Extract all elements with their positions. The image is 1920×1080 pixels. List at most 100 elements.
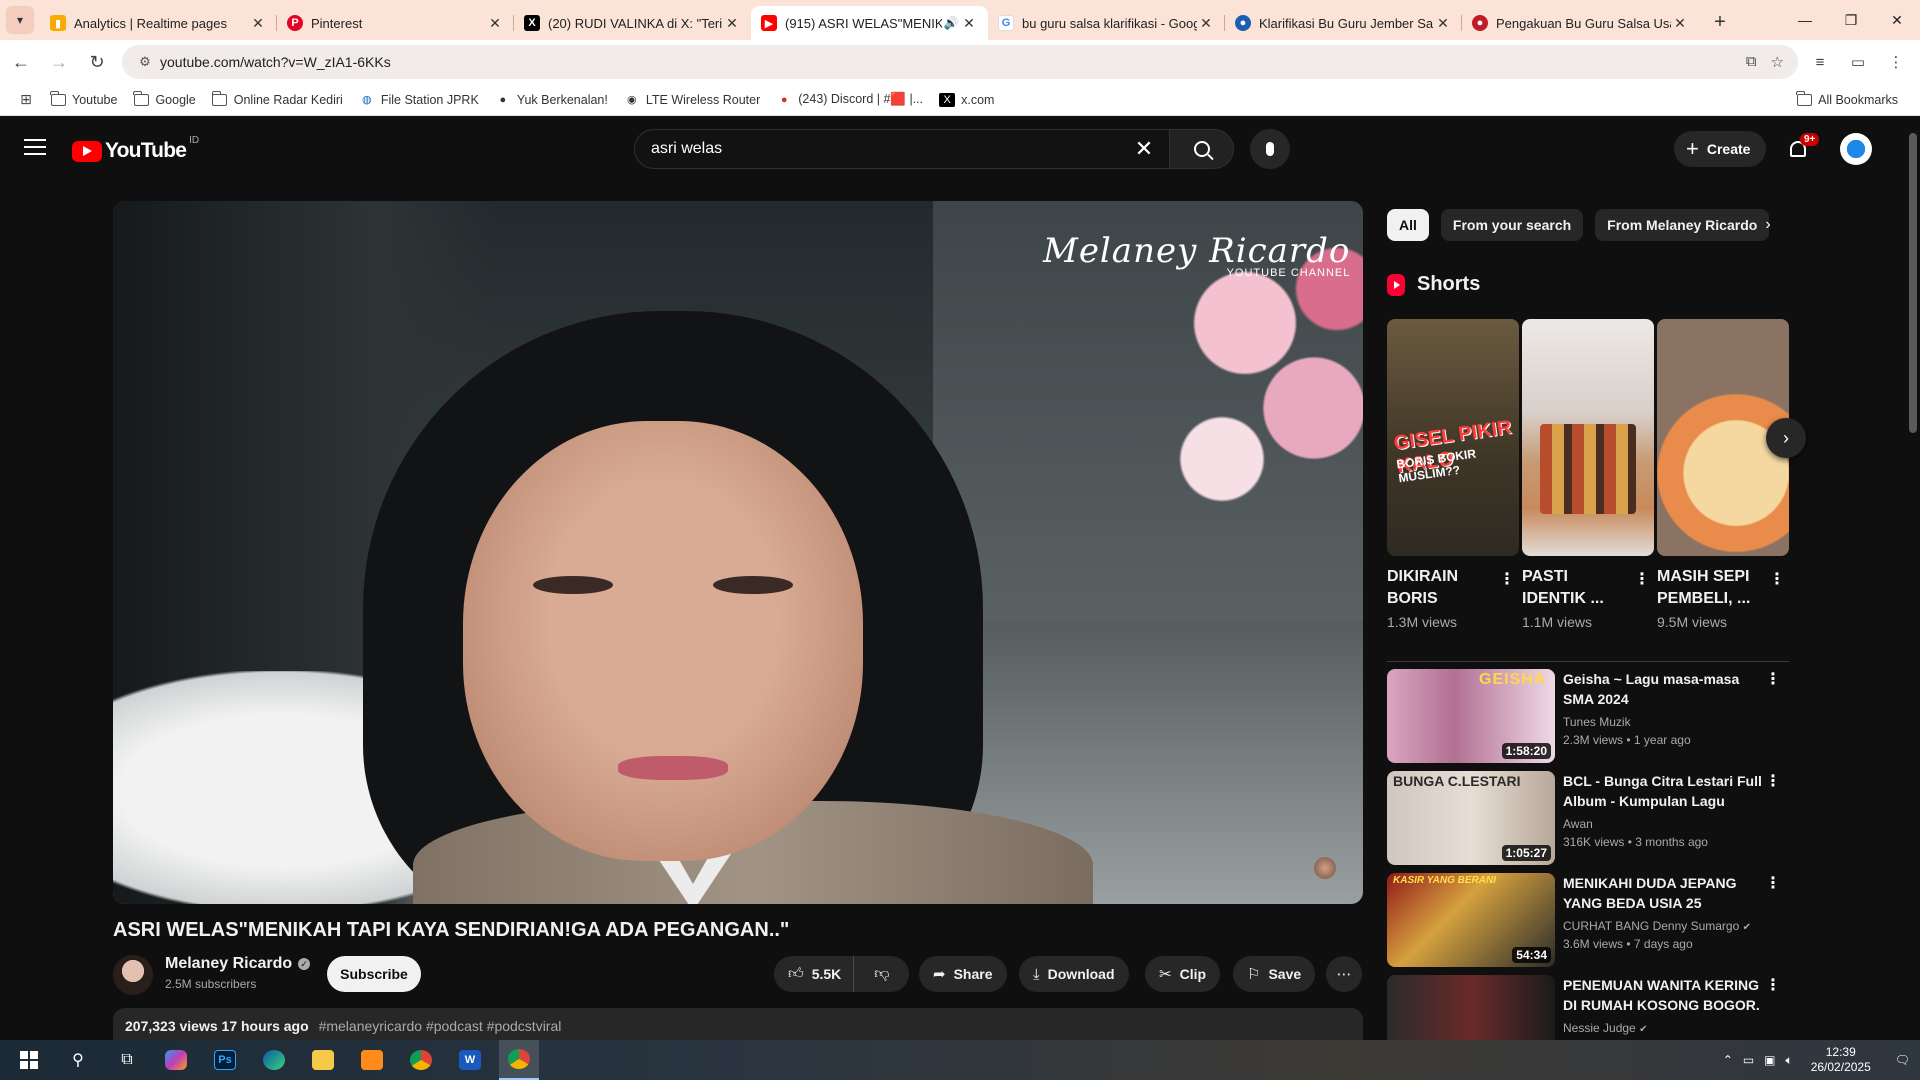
video-thumbnail[interactable] bbox=[1387, 975, 1555, 1040]
channel-name[interactable]: Tunes Muzik bbox=[1563, 715, 1631, 729]
file-explorer-icon[interactable] bbox=[303, 1040, 343, 1080]
more-vertical-icon[interactable]: ⋮ bbox=[1765, 771, 1781, 791]
recommended-video[interactable]: PENEMUAN WANITA KERING DI RUMAH KOSONG B… bbox=[1387, 975, 1789, 1040]
close-tab-icon[interactable]: ✕ bbox=[1434, 15, 1452, 32]
menu-kebab-icon[interactable]: ⋮ bbox=[1880, 53, 1912, 71]
search-icon[interactable]: ⚲ bbox=[58, 1040, 98, 1080]
channel-name-text[interactable]: CURHAT BANG Denny Sumargo bbox=[1563, 919, 1739, 933]
copilot-icon[interactable] bbox=[156, 1040, 196, 1080]
close-tab-icon[interactable]: ✕ bbox=[249, 15, 267, 32]
more-vertical-icon[interactable]: ⋮ bbox=[1765, 975, 1781, 995]
recommended-video[interactable]: KASIR YANG BERANI 54:34 MENIKAHI DUDA JE… bbox=[1387, 873, 1789, 967]
description-box[interactable]: 207,323 views 17 hours ago #melaneyricar… bbox=[113, 1008, 1363, 1040]
recommended-video[interactable]: GEISHA 1:58:20 Geisha ~ Lagu masa-masa S… bbox=[1387, 669, 1789, 763]
reload-icon[interactable]: ↻ bbox=[80, 45, 114, 79]
short-title[interactable]: MASIH SEPI PEMBELI, ... bbox=[1657, 566, 1757, 610]
start-button[interactable] bbox=[9, 1040, 49, 1080]
browser-tab[interactable]: G bu guru salsa klarifikasi - Goog ✕ bbox=[988, 6, 1225, 40]
more-vertical-icon[interactable]: ⋮ bbox=[1765, 873, 1781, 893]
bookmark-item[interactable]: ◍ File Station JPRK bbox=[351, 86, 487, 114]
page-scrollbar[interactable] bbox=[1905, 117, 1920, 1040]
video-title[interactable]: MENIKAHI DUDA JEPANG YANG BEDA USIA 25 T… bbox=[1563, 873, 1763, 913]
bookmark-item[interactable]: Online Radar Kediri bbox=[204, 86, 351, 114]
short-thumbnail[interactable]: GISEL PIKIR KALO BORIS BOKIR MUSLIM?? bbox=[1387, 319, 1519, 556]
channel-name[interactable]: Melaney Ricardo ✓ bbox=[165, 955, 311, 973]
channel-branding-icon[interactable] bbox=[1313, 856, 1337, 880]
notification-center-icon[interactable]: 🗨︎ bbox=[1895, 1053, 1910, 1067]
chip-all[interactable]: All bbox=[1387, 209, 1429, 241]
chevron-up-icon[interactable]: ⌃ bbox=[1723, 1053, 1733, 1067]
dislike-button[interactable]: 👎︎ bbox=[862, 956, 901, 992]
short-title[interactable]: PASTI IDENTIK ... bbox=[1522, 566, 1622, 610]
bookmark-item[interactable]: Xx.com bbox=[931, 86, 1002, 114]
close-window-icon[interactable]: ✕ bbox=[1874, 12, 1920, 29]
url-text[interactable]: youtube.com/watch?v=W_zIA1-6KKs bbox=[160, 54, 391, 70]
browser-tab[interactable]: ● Klarifikasi Bu Guru Jember Salsa ✕ bbox=[1225, 6, 1462, 40]
display-icon[interactable]: ▣ bbox=[1764, 1053, 1775, 1067]
site-info-icon[interactable]: ⚙ bbox=[130, 54, 160, 70]
download-button[interactable]: ⤓ Download bbox=[1019, 956, 1129, 992]
media-control-icon[interactable]: ≡ bbox=[1804, 54, 1836, 71]
search-button[interactable] bbox=[1170, 129, 1234, 169]
short-title[interactable]: DIKIRAIN BORIS UDH... bbox=[1387, 566, 1487, 610]
create-button[interactable]: + Create bbox=[1674, 131, 1767, 167]
all-bookmarks[interactable]: All Bookmarks bbox=[1788, 86, 1906, 114]
new-tab-button[interactable]: + bbox=[1705, 7, 1735, 37]
install-app-icon[interactable]: ⧉ bbox=[1746, 53, 1757, 71]
extension-icon[interactable]: ▭ bbox=[1842, 53, 1874, 71]
back-icon[interactable]: ← bbox=[4, 45, 38, 79]
bookmark-item[interactable]: ● Yuk Berkenalan! bbox=[487, 86, 616, 114]
account-avatar[interactable] bbox=[1840, 133, 1872, 165]
hashtags[interactable]: #melaneyricardo #podcast #podcstviral bbox=[319, 1018, 562, 1034]
channel-name[interactable]: Awan bbox=[1563, 817, 1593, 831]
restore-icon[interactable]: ❐ bbox=[1828, 12, 1874, 29]
bookmark-item[interactable]: ◉ LTE Wireless Router bbox=[616, 86, 768, 114]
short-item[interactable]: PASTI IDENTIK ... 1.1M views ⋮ bbox=[1522, 319, 1654, 630]
chip-from-your-search[interactable]: From your search bbox=[1440, 209, 1584, 241]
photoshop-icon[interactable]: Ps bbox=[205, 1040, 245, 1080]
more-vertical-icon[interactable]: ⋮ bbox=[1765, 669, 1781, 689]
browser-tab[interactable]: ● Pengakuan Bu Guru Salsa Usai ✕ bbox=[1462, 6, 1699, 40]
video-title[interactable]: PENEMUAN WANITA KERING DI RUMAH KOSONG B… bbox=[1563, 975, 1763, 1015]
word-icon[interactable]: W bbox=[450, 1040, 490, 1080]
menu-icon[interactable] bbox=[24, 139, 46, 155]
video-thumbnail[interactable]: GEISHA 1:58:20 bbox=[1387, 669, 1555, 763]
task-view-icon[interactable]: ⧉ bbox=[107, 1040, 147, 1080]
more-vertical-icon[interactable]: ⋮ bbox=[1769, 569, 1785, 589]
close-tab-icon[interactable]: ✕ bbox=[1671, 15, 1689, 32]
channel-name-text[interactable]: Melaney Ricardo bbox=[165, 955, 292, 972]
more-actions-button[interactable]: ⋯ bbox=[1326, 956, 1362, 992]
youtube-logo[interactable]: YouTube ID bbox=[72, 135, 199, 163]
video-thumbnail[interactable]: BUNGA C.LESTARI 1:05:27 bbox=[1387, 771, 1555, 865]
tab-search-button[interactable]: ▾ bbox=[6, 6, 34, 34]
minimize-icon[interactable]: — bbox=[1782, 12, 1828, 28]
clip-button[interactable]: ✂ Clip bbox=[1145, 956, 1221, 992]
video-title[interactable]: Geisha ~ Lagu masa-masa SMA 2024 bbox=[1563, 669, 1763, 709]
clear-icon[interactable]: ✕ bbox=[1129, 136, 1159, 162]
video-title[interactable]: BCL - Bunga Citra Lestari Full Album - K… bbox=[1563, 771, 1763, 811]
network-icon[interactable]: ▭ bbox=[1743, 1053, 1754, 1067]
bookmark-star-icon[interactable]: ☆ bbox=[1771, 53, 1784, 71]
browser-tab[interactable]: P Pinterest ✕ bbox=[277, 6, 514, 40]
channel-name[interactable]: CURHAT BANG Denny Sumargo ✔ bbox=[1563, 919, 1751, 933]
recommended-video[interactable]: BUNGA C.LESTARI 1:05:27 BCL - Bunga Citr… bbox=[1387, 771, 1789, 865]
short-thumbnail[interactable] bbox=[1522, 319, 1654, 556]
subscribe-button[interactable]: Subscribe bbox=[327, 956, 421, 992]
more-vertical-icon[interactable]: ⋮ bbox=[1499, 569, 1515, 589]
chevron-right-icon[interactable]: › bbox=[1752, 209, 1784, 241]
close-tab-icon[interactable]: ✕ bbox=[1197, 15, 1215, 32]
browser-tab-active[interactable]: ▶ (915) ASRI WELAS"MENIKA 🔊 ✕ bbox=[751, 6, 988, 40]
chip-from-channel[interactable]: From Melaney Ricardo bbox=[1595, 209, 1770, 241]
close-tab-icon[interactable]: ✕ bbox=[486, 15, 504, 32]
chrome-icon[interactable] bbox=[401, 1040, 441, 1080]
browser-tab[interactable]: ▮ Analytics | Realtime pages ✕ bbox=[40, 6, 277, 40]
sublime-icon[interactable] bbox=[352, 1040, 392, 1080]
shorts-next-button[interactable]: › bbox=[1766, 418, 1806, 458]
browser-tab[interactable]: X (20) RUDI VALINKA di X: "Terim ✕ bbox=[514, 6, 751, 40]
edge-icon[interactable] bbox=[254, 1040, 294, 1080]
short-item[interactable]: GISEL PIKIR KALO BORIS BOKIR MUSLIM?? DI… bbox=[1387, 319, 1519, 630]
chrome-active-icon[interactable] bbox=[499, 1040, 539, 1080]
apps-grid-icon[interactable]: ⊞ bbox=[10, 91, 42, 108]
share-button[interactable]: ➦ Share bbox=[919, 956, 1007, 992]
like-button[interactable]: 👍︎ 5.5K bbox=[774, 956, 855, 992]
